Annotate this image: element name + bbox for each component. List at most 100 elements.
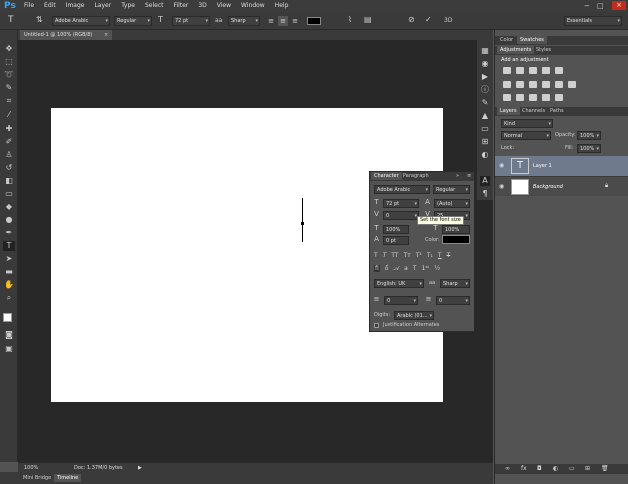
font-family-select[interactable]: Adobe Arabic [52,16,110,26]
tab-styles[interactable]: Styles [533,46,554,54]
ordinals-icon[interactable]: 1ˢᵗ [422,265,430,272]
tab-channels[interactable]: Channels [519,107,548,115]
tab-timeline[interactable]: Timeline [54,474,82,482]
posterize-icon[interactable] [516,94,524,101]
text-color-swatch[interactable] [307,17,321,25]
adjustment-layer-icon[interactable]: ◐ [553,465,558,473]
workspace-select[interactable]: Essentials [564,16,622,26]
crop-tool-icon[interactable]: ⌗ [3,96,15,106]
underline-icon[interactable]: T [438,252,442,259]
layer-row[interactable]: ◉ T Layer 1 [495,156,628,176]
pen-tool-icon[interactable]: ✒ [3,228,15,238]
left-value-select[interactable]: 0 [384,296,418,305]
vibrance-icon[interactable] [555,67,563,74]
photo-filter-icon[interactable] [542,81,550,88]
zoom-level[interactable]: 100% [24,464,38,472]
move-tool-icon[interactable]: ✥ [3,44,15,54]
close-button[interactable]: × [612,1,626,10]
menu-view[interactable]: View [217,2,231,9]
invert-icon[interactable] [503,94,511,101]
healing-brush-tool-icon[interactable]: ✚ [3,124,15,134]
anti-alias-select[interactable]: Sharp [228,16,260,26]
paragraph-panel-icon[interactable]: ¶ [480,189,490,199]
small-caps-icon[interactable]: Tт [404,252,411,259]
type-tool-icon[interactable]: T [8,15,14,25]
char-color-swatch[interactable] [442,235,470,244]
align-right-icon[interactable]: ≡ [290,16,300,26]
curves-icon[interactable] [529,67,537,74]
fill-field[interactable]: 100% [577,144,601,153]
char-font-family-select[interactable]: Adobe Arabic [374,185,430,194]
stylistic-alternates-icon[interactable]: a [404,265,408,272]
zoom-tool-icon[interactable]: ⌕ [3,293,15,303]
tab-layers[interactable]: Layers [497,107,520,115]
hue-saturation-icon[interactable] [503,81,511,88]
clone-source-icon[interactable]: ⊞ [480,137,490,147]
brush-tool-icon[interactable]: ✐ [3,137,15,147]
gradient-tool-icon[interactable]: ▭ [3,189,15,199]
orientation-icon[interactable]: ⇅ [36,15,43,25]
exposure-icon[interactable] [542,67,550,74]
3d-button[interactable]: 3D [444,16,452,26]
layer-filter-select[interactable]: Kind [501,119,553,128]
menu-type[interactable]: Type [121,2,135,9]
subscript-icon[interactable]: T₁ [427,252,433,259]
marquee-tool-icon[interactable]: ⬚ [3,57,15,67]
tab-paragraph[interactable]: Paragraph [400,172,432,180]
faux-bold-icon[interactable]: T [374,252,378,259]
font-size-select[interactable]: 72 pt [172,16,210,26]
new-group-icon[interactable]: ▭ [569,465,575,473]
language-select[interactable]: English: UK [374,279,424,288]
quick-mask-icon[interactable]: ◙ [3,330,15,340]
visibility-eye-icon[interactable]: ◉ [499,162,504,170]
char-anti-alias-select[interactable]: Sharp [440,279,470,288]
hand-tool-icon[interactable]: ✋ [3,280,15,290]
menu-window[interactable]: Window [241,2,265,9]
layer-style-icon[interactable]: fx [521,465,527,473]
visibility-eye-icon[interactable]: ◉ [499,183,504,191]
threshold-icon[interactable] [529,94,537,101]
levels-icon[interactable] [516,67,524,74]
cancel-icon[interactable]: ⊘ [408,15,415,25]
justification-checkbox[interactable] [374,323,379,328]
shape-tool-icon[interactable]: ▬ [3,267,15,277]
menu-select[interactable]: Select [145,2,164,9]
character-panel-toggle-icon[interactable]: ▤ [364,15,372,25]
tab-character[interactable]: Character [371,172,402,180]
char-font-size-select[interactable]: 72 pt [383,199,419,208]
menu-file[interactable]: File [24,2,34,9]
char-font-style-select[interactable]: Regular [433,185,470,194]
color-lookup-icon[interactable] [568,81,576,88]
digits-select[interactable]: Arabic (01... [394,311,434,320]
selective-color-icon[interactable] [555,94,563,101]
brush-presets-icon[interactable]: ✎ [480,98,490,108]
quick-select-tool-icon[interactable]: ✎ [3,83,15,93]
styles-icon[interactable]: ◐ [480,150,490,160]
fractions-icon[interactable]: ½ [434,265,440,272]
tab-adjustments[interactable]: Adjustments [497,46,535,54]
discretionary-icon[interactable]: ổ [385,265,389,272]
history-icon[interactable]: ▦ [480,46,490,56]
lasso-tool-icon[interactable]: ➰ [3,70,15,80]
align-left-icon[interactable]: ≡ [266,16,276,26]
minimize-button[interactable]: − [584,2,590,10]
commit-icon[interactable]: ✓ [425,15,432,25]
status-menu-arrow-icon[interactable]: ▶ [138,464,142,472]
menu-help[interactable]: Help [275,2,289,9]
tab-color[interactable]: Color [497,36,516,44]
foreground-color-swatch[interactable] [3,313,12,322]
eraser-tool-icon[interactable]: ◧ [3,176,15,186]
titling-icon[interactable]: T [413,265,417,272]
blur-tool-icon[interactable]: ◆ [3,202,15,212]
properties-icon[interactable]: ◉ [480,59,490,69]
info-icon[interactable]: ⓘ [480,85,490,95]
document-tab[interactable]: Untitled-1 @ 100% (RGB/8) × [20,30,112,40]
ligatures-icon[interactable]: fi [374,265,380,272]
color-balance-icon[interactable] [516,81,524,88]
leading-select[interactable]: (Auto) [434,199,470,208]
black-white-icon[interactable] [529,81,537,88]
warp-text-icon[interactable]: ⌇ [348,15,352,25]
screen-mode-icon[interactable]: ▣ [3,344,15,354]
menu-image[interactable]: Image [66,2,85,9]
brightness-contrast-icon[interactable] [503,67,511,74]
